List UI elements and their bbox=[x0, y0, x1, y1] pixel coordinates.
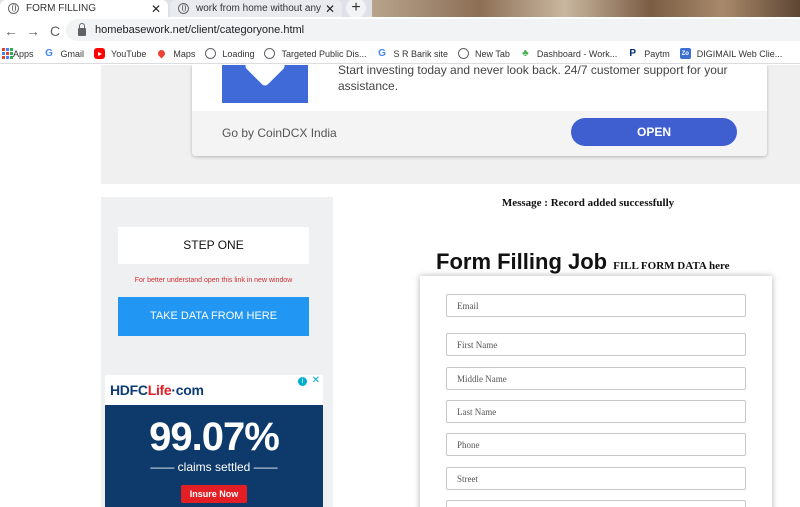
claims-settled-text: —— claims settled —— bbox=[150, 460, 278, 474]
phone-field[interactable] bbox=[446, 433, 746, 456]
maps-pin-icon bbox=[156, 48, 167, 59]
bookmark-paytm[interactable]: P Paytm bbox=[627, 48, 670, 59]
page-content: Start investing today and never look bac… bbox=[0, 65, 800, 507]
google-icon: G bbox=[378, 48, 386, 59]
bookmark-label: YouTube bbox=[111, 48, 147, 59]
bookmark-label: Dashboard - Work... bbox=[536, 48, 618, 59]
close-icon[interactable]: ✕ bbox=[312, 375, 320, 386]
bookmark-apps[interactable]: Apps bbox=[2, 48, 34, 59]
take-data-button[interactable]: TAKE DATA FROM HERE bbox=[118, 297, 309, 336]
coindcx-ad[interactable]: Start investing today and never look bac… bbox=[192, 65, 767, 156]
globe-icon bbox=[205, 48, 217, 59]
form-card bbox=[420, 276, 772, 507]
bookmark-dashboard[interactable]: ♣ Dashboard - Work... bbox=[520, 48, 617, 59]
tab-title: FORM FILLING bbox=[26, 3, 97, 14]
left-sidebar: STEP ONE For better understand open this… bbox=[101, 197, 333, 507]
bookmark-label: Maps bbox=[173, 48, 196, 59]
page-subtitle: FILL FORM DATA here bbox=[613, 260, 730, 272]
next-field[interactable] bbox=[446, 500, 746, 507]
page-title: Form Filling Job bbox=[436, 249, 608, 274]
digimail-icon: Zo bbox=[679, 48, 691, 59]
ad-open-button[interactable]: OPEN bbox=[571, 118, 737, 146]
bookmark-label: Apps bbox=[13, 48, 34, 59]
new-tab-button[interactable]: + bbox=[346, 0, 366, 17]
tab-title: work from home without any inv bbox=[196, 3, 323, 14]
bookmark-label: New Tab bbox=[475, 48, 510, 59]
apps-grid-icon bbox=[2, 48, 13, 59]
status-message: Message : Record added successfully bbox=[501, 197, 675, 209]
tab-form-filling[interactable]: FORM FILLING ✕ bbox=[0, 0, 168, 17]
hdfc-ad-header: HDFCLife·com i ✕ bbox=[105, 375, 323, 405]
bookmark-digimail[interactable]: Zo DIGIMAIL Web Clie... bbox=[679, 48, 783, 59]
top-ad-banner: Start investing today and never look bac… bbox=[101, 65, 800, 184]
bookmark-new-tab[interactable]: New Tab bbox=[458, 48, 510, 59]
bookmark-label: DIGIMAIL Web Clie... bbox=[696, 48, 783, 59]
hdfc-logo: HDFCLife·com bbox=[110, 382, 204, 398]
bookmark-loading[interactable]: Loading bbox=[205, 48, 254, 59]
middle-name-field[interactable] bbox=[446, 367, 746, 390]
globe-icon bbox=[458, 48, 470, 59]
lock-icon[interactable] bbox=[78, 23, 86, 36]
reload-button[interactable]: C bbox=[44, 23, 66, 39]
first-name-field[interactable] bbox=[446, 333, 746, 356]
bookmark-gmail[interactable]: G Gmail bbox=[44, 48, 85, 59]
close-icon[interactable]: ✕ bbox=[323, 2, 337, 16]
youtube-icon bbox=[94, 48, 106, 59]
bookmark-youtube[interactable]: YouTube bbox=[94, 48, 146, 59]
browser-toolbar: ← → C homebasework.net/client/categoryon… bbox=[0, 17, 800, 44]
bookmark-label: Targeted Public Dis... bbox=[281, 48, 367, 59]
ad-footer: Go by CoinDCX India OPEN bbox=[192, 111, 767, 156]
insure-now-button[interactable]: Insure Now bbox=[181, 485, 247, 503]
url-text[interactable]: homebasework.net/client/categoryone.html bbox=[95, 24, 304, 36]
forward-button[interactable]: → bbox=[22, 23, 44, 39]
adchoices-icon[interactable]: i bbox=[298, 377, 307, 386]
bookmarks-bar: Apps G Gmail YouTube Maps Loading Target… bbox=[0, 44, 800, 64]
paytm-icon: P bbox=[629, 48, 637, 59]
tab-strip-background bbox=[372, 0, 800, 17]
coindcx-logo-icon bbox=[222, 65, 308, 103]
bookmark-targeted-public[interactable]: Targeted Public Dis... bbox=[264, 48, 367, 59]
bookmark-label: Loading bbox=[222, 48, 255, 59]
globe-icon bbox=[178, 3, 189, 14]
bookmark-sr-barik[interactable]: G S R Barik site bbox=[377, 48, 449, 59]
ad-brand: Go by CoinDCX India bbox=[222, 126, 337, 140]
claims-percentage: 99.07% bbox=[149, 415, 280, 459]
address-bar[interactable]: homebasework.net/client/categoryone.html bbox=[66, 19, 800, 41]
bookmark-maps[interactable]: Maps bbox=[156, 48, 195, 59]
back-button[interactable]: ← bbox=[0, 23, 22, 39]
globe-icon bbox=[8, 3, 19, 14]
bookmark-label: Gmail bbox=[60, 48, 85, 59]
tab-work-from-home[interactable]: work from home without any inv ✕ bbox=[170, 0, 342, 17]
globe-icon bbox=[264, 48, 276, 59]
step-one-label: STEP ONE bbox=[118, 227, 309, 264]
street-field[interactable] bbox=[446, 467, 746, 490]
dashboard-icon: ♣ bbox=[522, 48, 529, 59]
bookmark-label: S R Barik site bbox=[393, 48, 449, 59]
step-note: For better understand open this link in … bbox=[134, 277, 293, 284]
form-heading: Form Filling Job FILL FORM DATA here bbox=[436, 249, 730, 275]
tab-strip: FORM FILLING ✕ work from home without an… bbox=[0, 0, 800, 17]
hdfc-life-ad[interactable]: HDFCLife·com i ✕ 99.07% —— claims settle… bbox=[105, 375, 323, 507]
close-icon[interactable]: ✕ bbox=[149, 2, 163, 16]
ad-text: Start investing today and never look bac… bbox=[338, 65, 728, 93]
bookmark-label: Paytm bbox=[644, 48, 670, 59]
last-name-field[interactable] bbox=[446, 400, 746, 423]
google-icon: G bbox=[45, 48, 53, 59]
email-field[interactable] bbox=[446, 294, 746, 317]
